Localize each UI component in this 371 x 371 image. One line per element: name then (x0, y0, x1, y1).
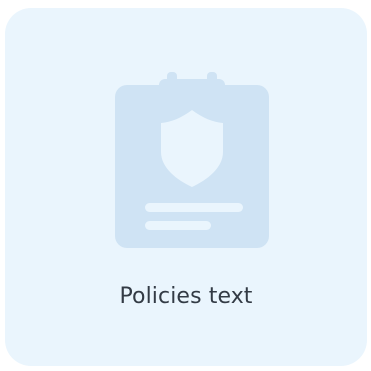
policy-document-icon (115, 72, 269, 248)
policies-text-card[interactable]: Policies text (5, 8, 367, 366)
card-label: Policies text (119, 284, 253, 309)
